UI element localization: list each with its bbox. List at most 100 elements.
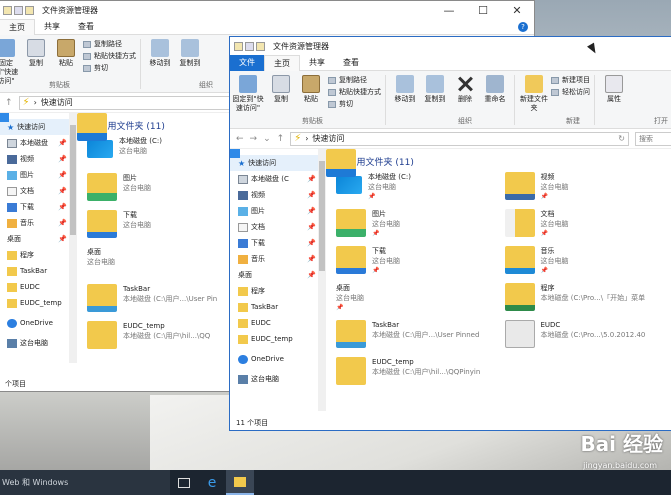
search-input[interactable]: 搜索 xyxy=(635,131,671,146)
nav-quick-access[interactable]: ★ 快速访问 xyxy=(0,119,77,135)
list-item[interactable]: 视频 这台电脑 📌 xyxy=(504,172,664,209)
breadcrumb[interactable]: 快速访问 xyxy=(41,97,73,108)
back-arrow-icon[interactable]: ← xyxy=(236,134,244,144)
title-bar[interactable]: 文件资源管理器 xyxy=(230,37,671,55)
nav-taskbar[interactable]: TaskBar xyxy=(0,263,77,279)
new-folder-icon[interactable] xyxy=(25,5,34,15)
nav-downloads[interactable]: 下载 📌 xyxy=(230,235,326,251)
new-folder-button[interactable]: 新建文件夹 xyxy=(519,75,549,113)
paste-button[interactable]: 粘贴 xyxy=(296,75,326,104)
address-field[interactable]: ⚡ › 快速访问 ↻ xyxy=(290,131,629,146)
breadcrumb[interactable]: 快速访问 xyxy=(312,133,344,144)
easy-access-button[interactable]: 轻松访问 xyxy=(551,87,590,97)
maximize-icon[interactable]: ☐ xyxy=(466,4,500,17)
chevron-down-icon[interactable]: ⌄ xyxy=(263,134,271,144)
edge-button[interactable]: e xyxy=(198,470,226,495)
nav-documents[interactable]: 文档 📌 xyxy=(0,183,77,199)
paste-shortcut-button[interactable]: 粘贴快捷方式 xyxy=(328,87,381,97)
scrollbar-thumb[interactable] xyxy=(70,125,76,235)
minimize-icon[interactable]: — xyxy=(432,4,466,17)
taskbar-search[interactable]: Web 和 Windows xyxy=(0,470,170,495)
rename-button[interactable]: 重命名 xyxy=(480,75,510,104)
nav-this-pc[interactable]: 这台电脑 xyxy=(0,335,77,351)
tab-share[interactable]: 共享 xyxy=(35,19,69,35)
scrollbar-thumb[interactable] xyxy=(319,161,325,271)
nav-music[interactable]: 音乐 📌 xyxy=(0,215,77,231)
properties-icon[interactable] xyxy=(14,5,23,15)
nav-music[interactable]: 音乐 📌 xyxy=(230,251,326,267)
tab-view[interactable]: 查看 xyxy=(334,55,368,71)
nav-downloads[interactable]: 下载 📌 xyxy=(0,199,77,215)
tab-file[interactable]: 文件 xyxy=(230,54,264,71)
nav-documents[interactable]: 文档 📌 xyxy=(230,219,326,235)
nav-scrollbar[interactable] xyxy=(318,149,326,411)
nav-desktop[interactable]: 桌面 📌 xyxy=(230,149,326,283)
list-item[interactable]: 本地磁盘 (C:) 这台电脑 📌 xyxy=(336,172,495,209)
nav-desktop[interactable]: 桌面 📌 xyxy=(0,113,77,247)
new-item-button[interactable]: 新建项目 xyxy=(551,75,590,85)
properties-button[interactable]: 属性 xyxy=(599,75,629,104)
nav-onedrive[interactable]: OneDrive xyxy=(0,315,77,331)
nav-taskbar[interactable]: TaskBar xyxy=(230,299,326,315)
nav-pictures[interactable]: 图片 📌 xyxy=(230,203,326,219)
move-to-button[interactable]: 移动到 xyxy=(390,75,420,104)
pin-quick-access-button[interactable]: 固定到"快速访问" xyxy=(230,75,266,113)
copy-button[interactable]: 复制 xyxy=(21,39,51,68)
front-explorer-window[interactable]: 文件资源管理器 文件 主页 共享 查看 固定到"快速访问" 复制 粘贴 复制路径… xyxy=(229,36,671,431)
nav-this-pc[interactable]: 这台电脑 xyxy=(230,371,326,387)
copy-button[interactable]: 复制 xyxy=(266,75,296,104)
nav-programs[interactable]: 程序 xyxy=(230,283,326,299)
nav-local-disk[interactable]: 本地磁盘 📌 xyxy=(0,135,77,151)
paste-button[interactable]: 粘贴 xyxy=(51,39,81,68)
cut-button[interactable]: 剪切 xyxy=(83,63,136,73)
tab-share[interactable]: 共享 xyxy=(300,55,334,71)
nav-onedrive[interactable]: OneDrive xyxy=(230,351,326,367)
nav-pictures[interactable]: 图片 📌 xyxy=(0,167,77,183)
title-bar[interactable]: 文件资源管理器 — ☐ ✕ xyxy=(0,1,534,19)
properties-icon[interactable] xyxy=(245,41,254,51)
list-item[interactable]: TaskBar 本地磁盘 (C:\用户...\User Pinned xyxy=(336,320,495,357)
paste-shortcut-button[interactable]: 粘贴快捷方式 xyxy=(83,51,136,61)
list-item[interactable]: 音乐 这台电脑 📌 xyxy=(504,246,664,283)
up-arrow-icon[interactable]: ↑ xyxy=(277,134,285,144)
close-icon[interactable]: ✕ xyxy=(500,4,534,17)
list-item[interactable]: 下载 这台电脑 📌 xyxy=(336,246,495,283)
pin-quick-access-button[interactable]: 固定到"快速访问" xyxy=(0,39,21,86)
list-item[interactable]: EUDC 本地磁盘 (C:\Pro...\5.0.2012.40 xyxy=(504,320,664,357)
nav-eudc-temp[interactable]: EUDC_temp xyxy=(0,295,77,311)
explorer-taskbar-button[interactable] xyxy=(226,470,254,495)
nav-eudc-temp[interactable]: EUDC_temp xyxy=(230,331,326,347)
task-view-button[interactable] xyxy=(170,470,198,495)
list-item[interactable]: 桌面 这台电脑 📌 xyxy=(326,149,495,320)
copy-path-button[interactable]: 复制路径 xyxy=(83,39,136,49)
tab-home[interactable]: 主页 xyxy=(264,54,300,71)
copy-to-button[interactable]: 复制到 xyxy=(175,39,205,68)
forward-arrow-icon[interactable]: → xyxy=(250,134,258,144)
tab-view[interactable]: 查看 xyxy=(69,19,103,35)
copy-path-button[interactable]: 复制路径 xyxy=(328,75,381,85)
nav-scrollbar[interactable] xyxy=(69,113,77,363)
up-arrow-icon[interactable]: ↑ xyxy=(5,98,13,108)
nav-programs[interactable]: 程序 xyxy=(0,247,77,263)
list-item[interactable]: 图片 这台电脑 📌 xyxy=(336,209,495,246)
copy-to-button[interactable]: 复制到 xyxy=(420,75,450,104)
folder-icon xyxy=(238,318,248,328)
cut-button[interactable]: 剪切 xyxy=(328,99,381,109)
nav-videos[interactable]: 视频 📌 xyxy=(230,187,326,203)
help-icon[interactable]: ? xyxy=(518,21,528,32)
nav-eudc[interactable]: EUDC xyxy=(0,279,77,295)
download-folder-icon xyxy=(336,246,366,274)
new-folder-icon[interactable] xyxy=(256,41,265,51)
nav-quick-access[interactable]: ★ 快速访问 xyxy=(230,155,326,171)
section-header[interactable]: ⌄常用文件夹 (11) xyxy=(336,155,663,169)
tab-home[interactable]: 主页 xyxy=(0,18,35,35)
delete-button[interactable]: 删除 xyxy=(450,75,480,104)
refresh-icon[interactable]: ↻ xyxy=(618,134,625,143)
nav-videos[interactable]: 视频 📌 xyxy=(0,151,77,167)
move-to-button[interactable]: 移动到 xyxy=(145,39,175,68)
nav-eudc[interactable]: EUDC xyxy=(230,315,326,331)
list-item[interactable]: 程序 本地磁盘 (C:\Pro...\「开始」菜单 xyxy=(504,283,664,320)
list-item[interactable]: EUDC_temp 本地磁盘 (C:\用户\hil...\QQPinyin xyxy=(336,357,495,394)
nav-local-disk[interactable]: 本地磁盘 (C 📌 xyxy=(230,171,326,187)
list-item[interactable]: 文档 这台电脑 📌 xyxy=(504,209,664,246)
